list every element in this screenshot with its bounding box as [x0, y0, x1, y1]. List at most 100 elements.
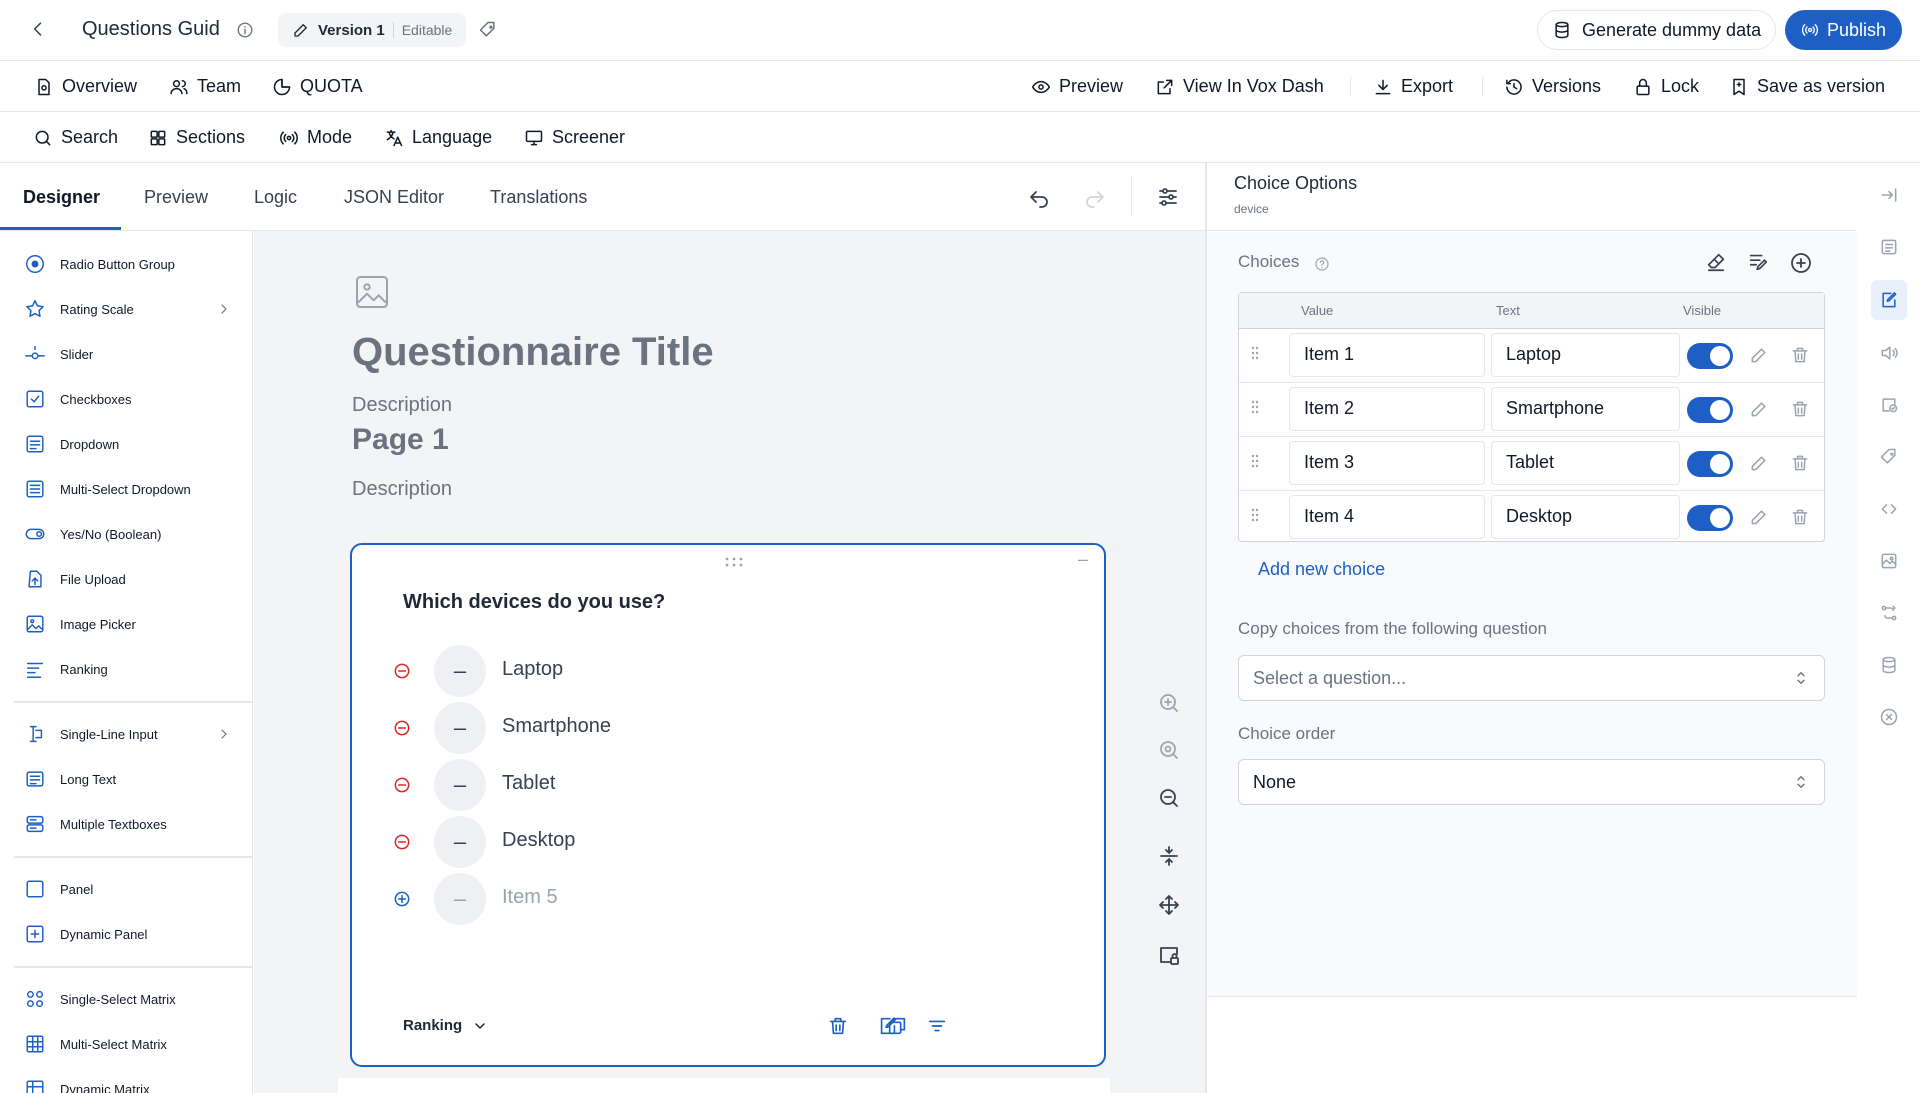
toolbox-multiple-textboxes[interactable]: Multiple Textboxes — [24, 809, 167, 839]
database-icon[interactable] — [1871, 645, 1907, 685]
close-circle-icon[interactable] — [1871, 697, 1907, 737]
undo-icon[interactable] — [1027, 185, 1051, 209]
question-title[interactable]: Which devices do you use? — [403, 591, 665, 614]
ranking-item-label[interactable]: Desktop — [502, 829, 575, 852]
visible-toggle[interactable] — [1687, 451, 1733, 477]
tag-icon[interactable] — [478, 20, 498, 40]
toolbar-sections[interactable]: Sections — [148, 112, 245, 163]
info-icon[interactable] — [236, 21, 254, 39]
choice-options-icon[interactable] — [1871, 280, 1907, 320]
zoom-out-icon[interactable] — [1157, 786, 1181, 810]
validation-icon[interactable] — [1871, 385, 1907, 425]
choice-value-input[interactable]: Item 2 — [1289, 387, 1485, 431]
visible-toggle[interactable] — [1687, 505, 1733, 531]
trash-icon[interactable] — [1790, 453, 1810, 473]
choice-text-input[interactable]: Tablet — [1491, 441, 1680, 485]
ranking-item[interactable]: – Smartphone — [392, 702, 892, 754]
pencil-icon[interactable] — [1749, 507, 1769, 527]
drag-handle-icon[interactable] — [1251, 346, 1259, 360]
remove-circle-icon[interactable] — [392, 832, 412, 852]
tab-preview[interactable]: Preview — [144, 163, 208, 231]
required-edit-icon[interactable] — [877, 1015, 899, 1037]
copy-choices-select[interactable]: Select a question... — [1238, 655, 1825, 701]
survey-title[interactable]: Questionnaire Title — [352, 330, 714, 375]
redo-icon[interactable] — [1083, 185, 1107, 209]
toolbar-search[interactable]: Search — [33, 112, 118, 163]
pencil-icon[interactable] — [1749, 399, 1769, 419]
visible-toggle[interactable] — [1687, 343, 1733, 369]
ranking-item[interactable]: – Laptop — [392, 645, 892, 697]
toolbox-image-picker[interactable]: Image Picker — [24, 609, 136, 639]
toolbox-slider[interactable]: Slider — [24, 339, 93, 369]
toolbox-multi-select-dropdown[interactable]: Multi-Select Dropdown — [24, 474, 191, 504]
add-circle-icon[interactable] — [392, 889, 412, 909]
nav-lock[interactable]: Lock — [1633, 61, 1699, 112]
collapse-panel-icon[interactable] — [1871, 175, 1907, 215]
ranking-item-new[interactable]: – Item 5 — [392, 873, 892, 925]
logo-placeholder-icon[interactable] — [352, 272, 392, 312]
collapse-icon[interactable]: – — [1078, 549, 1088, 570]
lock-question-icon[interactable] — [1157, 943, 1181, 967]
toolbox-dynamic-panel[interactable]: Dynamic Panel — [24, 919, 147, 949]
add-circle-icon[interactable] — [1789, 251, 1813, 275]
choice-text-input[interactable]: Desktop — [1491, 495, 1680, 539]
tab-logic[interactable]: Logic — [254, 163, 297, 231]
toolbox-single-select-matrix[interactable]: Single-Select Matrix — [24, 984, 176, 1014]
question-card[interactable]: – Which devices do you use? – Laptop – S… — [350, 543, 1106, 1067]
chevron-right-icon[interactable] — [216, 726, 232, 742]
general-settings-icon[interactable] — [1871, 227, 1907, 267]
nav-save-as-version[interactable]: Save as version — [1729, 61, 1885, 112]
drag-handle-icon[interactable] — [1251, 508, 1259, 522]
toolbox-file-upload[interactable]: File Upload — [24, 564, 126, 594]
nav-quota[interactable]: QUOTA — [272, 61, 363, 112]
ranking-item[interactable]: – Tablet — [392, 759, 892, 811]
ranking-item[interactable]: – Desktop — [392, 816, 892, 868]
image-settings-icon[interactable] — [1871, 541, 1907, 581]
visible-toggle[interactable] — [1687, 397, 1733, 423]
edit-list-icon[interactable] — [1747, 251, 1769, 273]
tab-json-editor[interactable]: JSON Editor — [344, 163, 444, 231]
back-arrow-icon[interactable] — [28, 19, 48, 39]
version-selector[interactable]: Version 1 Editable — [278, 13, 467, 47]
toolbox-single-line-input[interactable]: Single-Line Input — [24, 719, 158, 749]
choice-text-input[interactable]: Laptop — [1491, 333, 1680, 377]
drag-handle-icon[interactable] — [1251, 400, 1259, 414]
toolbox-rating-scale[interactable]: Rating Scale — [24, 294, 134, 324]
tag-icon[interactable] — [1871, 437, 1907, 477]
nav-team[interactable]: Team — [169, 61, 241, 112]
toolbox-radio-button-group[interactable]: Radio Button Group — [24, 249, 175, 279]
question-type-selector[interactable]: Ranking — [403, 1017, 488, 1034]
settings-sliders-icon[interactable] — [1156, 185, 1180, 209]
choice-value-input[interactable]: Item 4 — [1289, 495, 1485, 539]
logic-branch-icon[interactable] — [1871, 593, 1907, 633]
tab-translations[interactable]: Translations — [490, 163, 587, 231]
choice-text-input[interactable]: Smartphone — [1491, 387, 1680, 431]
toolbox-ranking[interactable]: Ranking — [24, 654, 108, 684]
toolbox-checkboxes[interactable]: Checkboxes — [24, 384, 132, 414]
trash-icon[interactable] — [1790, 399, 1810, 419]
drag-handle-icon[interactable] — [1251, 454, 1259, 468]
ranking-item-label[interactable]: Tablet — [502, 772, 555, 795]
pencil-icon[interactable] — [1749, 345, 1769, 365]
choice-value-input[interactable]: Item 3 — [1289, 441, 1485, 485]
nav-versions[interactable]: Versions — [1504, 61, 1601, 112]
ranking-item-label[interactable]: Smartphone — [502, 715, 611, 738]
zoom-reset-icon[interactable] — [1157, 738, 1181, 762]
add-new-choice-button[interactable]: Add new choice — [1258, 559, 1385, 580]
toolbox-dropdown[interactable]: Dropdown — [24, 429, 119, 459]
toolbar-language[interactable]: Language — [384, 112, 492, 163]
help-icon[interactable] — [1314, 256, 1330, 272]
nav-overview[interactable]: Overview — [34, 61, 137, 112]
survey-description[interactable]: Description — [352, 394, 452, 417]
drag-handle-icon[interactable] — [724, 557, 744, 567]
nav-preview[interactable]: Preview — [1031, 61, 1123, 112]
toolbar-screener[interactable]: Screener — [524, 112, 625, 163]
trash-icon[interactable] — [1790, 345, 1810, 365]
nav-export[interactable]: Export — [1373, 61, 1453, 112]
trash-icon[interactable] — [827, 1015, 849, 1037]
page-title[interactable]: Page 1 — [352, 423, 449, 457]
collapse-all-icon[interactable] — [1157, 844, 1181, 868]
toolbar-mode[interactable]: Mode — [279, 112, 352, 163]
toolbox-yes-no-boolean[interactable]: Yes/No (Boolean) — [24, 519, 161, 549]
survey-name[interactable]: Questions Guid — [82, 18, 220, 41]
